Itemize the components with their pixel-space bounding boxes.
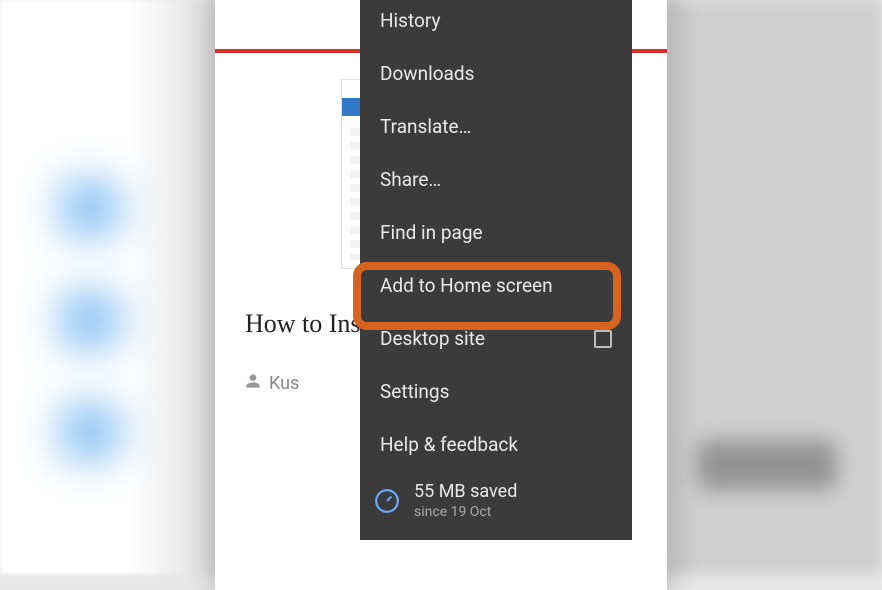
author-name: Kus bbox=[269, 373, 299, 394]
menu-item-label: Downloads bbox=[380, 62, 474, 85]
menu-share[interactable]: Share… bbox=[360, 153, 632, 206]
menu-item-label: Share… bbox=[380, 168, 441, 191]
menu-downloads[interactable]: Downloads bbox=[360, 47, 632, 100]
desktop-site-checkbox[interactable] bbox=[594, 330, 612, 348]
menu-help-feedback[interactable]: Help & feedback bbox=[360, 418, 632, 471]
menu-item-label: Find in page bbox=[380, 221, 483, 244]
background-blur-left bbox=[0, 0, 215, 574]
data-saved-amount: 55 MB saved bbox=[414, 481, 517, 502]
menu-data-saved[interactable]: 55 MB saved since 19 Oct bbox=[360, 471, 632, 526]
background-blur-right bbox=[667, 0, 882, 574]
gauge-icon bbox=[374, 488, 400, 514]
menu-translate[interactable]: Translate… bbox=[360, 100, 632, 153]
author-icon bbox=[245, 373, 261, 394]
menu-item-label: Translate… bbox=[380, 115, 471, 138]
menu-find-in-page[interactable]: Find in page bbox=[360, 206, 632, 259]
menu-history[interactable]: History bbox=[360, 0, 632, 47]
menu-item-label: Add to Home screen bbox=[380, 274, 553, 297]
browser-overflow-menu: History Downloads Translate… Share… Find… bbox=[360, 0, 632, 540]
menu-item-label: Desktop site bbox=[380, 327, 485, 350]
menu-add-to-home-screen[interactable]: Add to Home screen bbox=[360, 259, 632, 312]
data-saved-text: 55 MB saved since 19 Oct bbox=[414, 481, 517, 520]
menu-item-label: History bbox=[380, 9, 440, 32]
menu-item-label: Help & feedback bbox=[380, 433, 518, 456]
menu-settings[interactable]: Settings bbox=[360, 365, 632, 418]
data-saved-since: since 19 Oct bbox=[414, 504, 517, 520]
menu-item-label: Settings bbox=[380, 380, 449, 403]
menu-desktop-site[interactable]: Desktop site bbox=[360, 312, 632, 365]
